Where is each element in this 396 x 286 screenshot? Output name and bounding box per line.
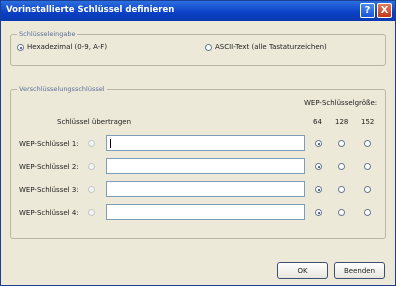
- size-heading-64: 64: [313, 118, 322, 126]
- ascii-radio-label[interactable]: ASCII-Text (alle Tastaturzeichen): [215, 43, 327, 51]
- wep-key-4-label: WEP-Schlüssel 4:: [19, 209, 79, 217]
- encryption-keys-group-label: Verschlüsselungsschlüssel: [17, 85, 107, 93]
- window-title: Vorinstallierte Schlüssel definieren: [6, 5, 175, 15]
- wep-key-4-size-64-radio[interactable]: [315, 209, 322, 216]
- wep-key-4-size-152-radio[interactable]: [364, 209, 371, 216]
- key-size-heading: WEP-Schlüsselgröße:: [304, 99, 378, 107]
- wep-key-2-transmit-radio[interactable]: [88, 163, 95, 170]
- wep-key-3-size-128-radio[interactable]: [338, 186, 345, 193]
- hex-radio[interactable]: [17, 44, 24, 51]
- ascii-radio[interactable]: [205, 44, 212, 51]
- wep-key-3-transmit-radio[interactable]: [88, 186, 95, 193]
- wep-key-3-label: WEP-Schlüssel 3:: [19, 186, 79, 194]
- wep-key-1-input[interactable]: [106, 135, 305, 151]
- wep-key-3-input[interactable]: [106, 181, 305, 197]
- wep-key-1-size-152-radio[interactable]: [364, 140, 371, 147]
- help-icon: ?: [364, 5, 371, 16]
- ok-button[interactable]: OK: [277, 262, 328, 279]
- title-bar[interactable]: Vorinstallierte Schlüssel definieren ? X: [1, 1, 395, 21]
- size-heading-152: 152: [361, 118, 375, 126]
- wep-key-1-label: WEP-Schlüssel 1:: [19, 140, 79, 148]
- close-button[interactable]: X: [377, 3, 392, 18]
- hex-radio-label[interactable]: Hexadezimal (0-9, A-F): [27, 43, 107, 51]
- wep-key-4-transmit-radio[interactable]: [88, 209, 95, 216]
- encryption-keys-group: Verschlüsselungsschlüssel WEP-Schlüsselg…: [10, 85, 386, 239]
- wep-key-1-transmit-radio[interactable]: [88, 140, 95, 147]
- dialog-window: Vorinstallierte Schlüssel definieren ? X…: [0, 0, 396, 286]
- wep-key-2-size-128-radio[interactable]: [338, 163, 345, 170]
- wep-key-3-size-152-radio[interactable]: [364, 186, 371, 193]
- transmit-key-heading: Schlüssel übertragen: [57, 118, 132, 126]
- text-caret: [110, 139, 111, 148]
- wep-key-2-size-64-radio[interactable]: [315, 163, 322, 170]
- size-heading-128: 128: [335, 118, 349, 126]
- close-icon: X: [380, 5, 389, 16]
- wep-key-1-size-64-radio[interactable]: [315, 140, 322, 147]
- wep-key-3-size-64-radio[interactable]: [315, 186, 322, 193]
- wep-key-2-label: WEP-Schlüssel 2:: [19, 163, 79, 171]
- ok-button-label: OK: [297, 266, 308, 275]
- wep-key-2-size-152-radio[interactable]: [364, 163, 371, 170]
- key-input-group: Schlüsseleingabe Hexadezimal (0-9, A-F) …: [10, 30, 386, 66]
- wep-key-1-size-128-radio[interactable]: [338, 140, 345, 147]
- wep-key-2-input[interactable]: [106, 158, 305, 174]
- help-button[interactable]: ?: [360, 3, 375, 18]
- key-input-group-label: Schlüsseleingabe: [17, 30, 78, 38]
- wep-key-4-size-128-radio[interactable]: [338, 209, 345, 216]
- cancel-button[interactable]: Beenden: [334, 262, 385, 279]
- wep-key-4-input[interactable]: [106, 204, 305, 220]
- cancel-button-label: Beenden: [343, 266, 376, 275]
